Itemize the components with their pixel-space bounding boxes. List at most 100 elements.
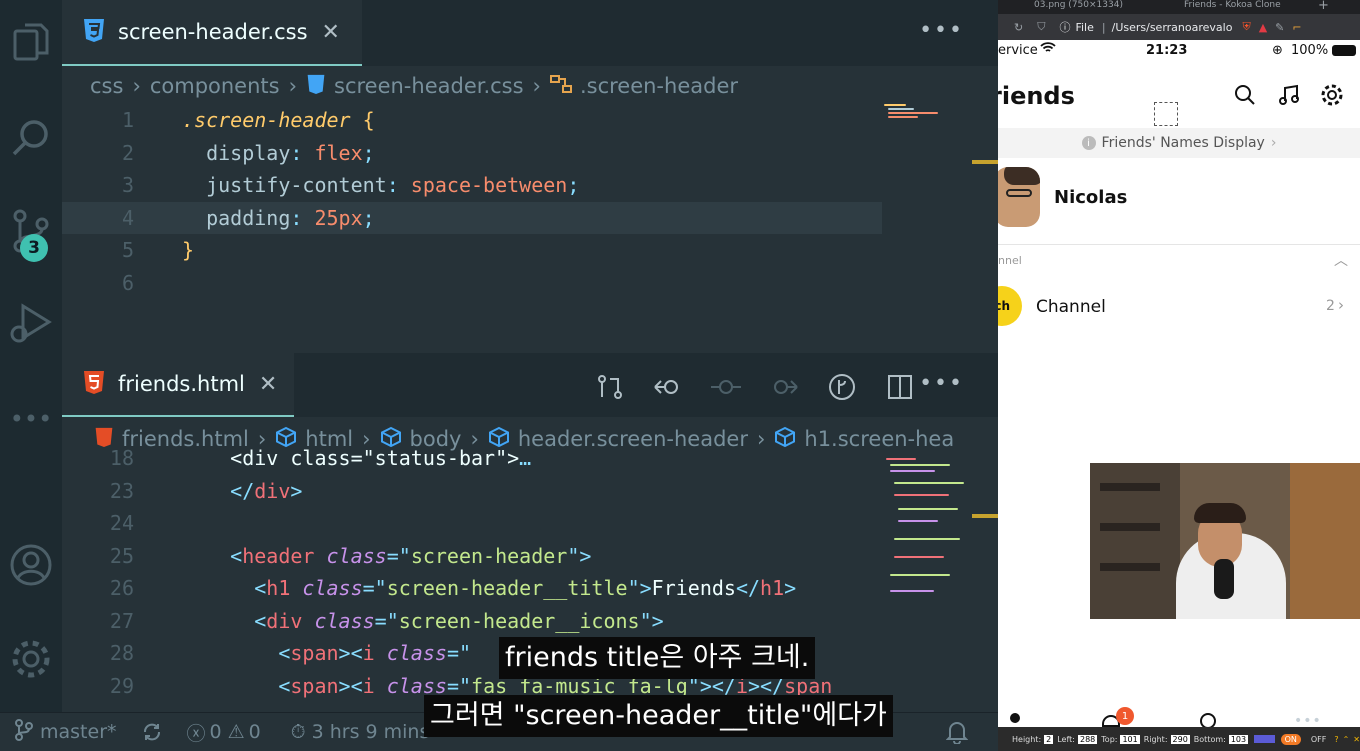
code-line[interactable]: 18 <div class="status-bar">… bbox=[62, 446, 882, 474]
brave-shield-icon[interactable]: ⛨ bbox=[1242, 20, 1250, 34]
reload-icon[interactable]: ↻ bbox=[1014, 21, 1023, 34]
code-line[interactable]: 3 justify-content: space-between; bbox=[62, 169, 882, 201]
profile-name: Nicolas bbox=[1054, 187, 1128, 208]
channel-label: Channel bbox=[1036, 297, 1106, 317]
time-label: 3 hrs 9 mins bbox=[311, 721, 430, 743]
commit-icon[interactable] bbox=[708, 369, 744, 405]
code-line[interactable]: 6 bbox=[62, 267, 882, 299]
css-tab-bar: screen-header.css ✕ ••• bbox=[62, 0, 998, 66]
info-icon: ⓘ bbox=[1059, 21, 1071, 34]
account-icon[interactable] bbox=[0, 540, 62, 590]
warning-count: 0 bbox=[248, 721, 261, 743]
more-actions-icon[interactable]: ••• bbox=[919, 18, 964, 43]
code-line[interactable]: 26 <h1 class="screen-header__title">Frie… bbox=[62, 572, 882, 604]
line-number: 29 bbox=[109, 673, 134, 698]
breadcrumb-item[interactable]: css bbox=[90, 74, 123, 98]
ruler-extension-icon[interactable]: ⌐ bbox=[1292, 21, 1301, 34]
search-icon[interactable] bbox=[0, 112, 62, 162]
new-tab-icon[interactable]: + bbox=[1318, 0, 1329, 13]
help-icon[interactable]: ? bbox=[1334, 735, 1338, 744]
channel-logo-icon: ch bbox=[998, 286, 1022, 326]
browser-tab[interactable]: 03.png (750×1334) bbox=[1034, 0, 1123, 10]
battery-icon bbox=[1332, 45, 1356, 56]
right-value[interactable]: 290 bbox=[1170, 734, 1190, 744]
rotation-lock-icon: ⊕ bbox=[1272, 43, 1283, 58]
code-line[interactable]: 27 <div class="screen-header__icons"> bbox=[62, 605, 882, 637]
tab-friends-html[interactable]: friends.html ✕ bbox=[62, 353, 294, 417]
code-line[interactable]: 25 <header class="screen-header"> bbox=[62, 540, 882, 572]
left-value[interactable]: 288 bbox=[1077, 734, 1098, 744]
music-icon[interactable] bbox=[1278, 84, 1300, 110]
line-number: 4 bbox=[121, 205, 134, 230]
right-label: Right: bbox=[1143, 734, 1168, 744]
rewards-icon[interactable]: ▲ bbox=[1259, 21, 1267, 34]
editor-toolbar bbox=[592, 369, 918, 405]
error-icon: ⓧ bbox=[186, 722, 206, 745]
extension-icon[interactable]: ✎ bbox=[1275, 21, 1284, 34]
line-text: justify-content: space-between; bbox=[182, 173, 580, 197]
activity-bar: 3 ••• bbox=[0, 0, 62, 712]
code-line[interactable]: 23 </div> bbox=[62, 475, 882, 507]
notifications-bell-icon[interactable] bbox=[946, 720, 968, 744]
previous-change-icon[interactable] bbox=[650, 369, 686, 405]
branch-label: master* bbox=[40, 721, 117, 743]
top-value[interactable]: 101 bbox=[1120, 734, 1140, 744]
browser-tab[interactable]: Friends - Kokoa Clone bbox=[1184, 0, 1281, 10]
problems-status[interactable]: ⓧ 0 ⚠ 0 bbox=[187, 719, 261, 746]
html-minimap[interactable] bbox=[884, 458, 974, 608]
settings-gear-icon[interactable] bbox=[1320, 83, 1344, 111]
close-icon[interactable]: ✕ bbox=[1353, 735, 1360, 744]
subtitle-line-1: friends title은 아주 크네. bbox=[499, 637, 816, 679]
collapse-icon[interactable]: ︿ bbox=[1334, 250, 1348, 270]
friends-tab-icon[interactable] bbox=[1010, 713, 1020, 723]
settings-gear-icon[interactable] bbox=[0, 634, 62, 684]
bottom-value[interactable]: 103 bbox=[1228, 734, 1249, 744]
left-label: Left: bbox=[1057, 734, 1075, 744]
breadcrumb-item[interactable]: .screen-header bbox=[580, 74, 738, 98]
code-line[interactable]: 5} bbox=[62, 234, 882, 266]
line-number: 24 bbox=[109, 511, 134, 535]
line-number: 18 bbox=[109, 446, 134, 470]
address-bar[interactable]: /Users/serranoarevalo bbox=[1112, 21, 1233, 34]
branch-status[interactable]: master* bbox=[14, 718, 117, 746]
color-swatch[interactable] bbox=[1254, 735, 1275, 743]
search-icon[interactable] bbox=[1234, 84, 1256, 110]
phone-tab-bar: 1 ••• bbox=[998, 707, 1360, 729]
bookmark-icon[interactable]: ⛉ bbox=[1037, 20, 1045, 34]
tab-label: friends.html bbox=[118, 372, 245, 396]
split-editor-icon[interactable] bbox=[882, 369, 918, 405]
height-value[interactable]: 2 bbox=[1044, 734, 1054, 744]
more-views-icon[interactable]: ••• bbox=[0, 394, 62, 444]
css-code-area[interactable]: 1 .screen-header {2 display: flex; 3 justi… bbox=[62, 104, 892, 354]
css-breadcrumb: css › components › screen-header.css › .scr… bbox=[90, 74, 738, 98]
branch-icon bbox=[14, 718, 34, 746]
sync-icon[interactable] bbox=[141, 721, 163, 743]
next-change-icon[interactable] bbox=[766, 369, 802, 405]
time-tracker[interactable]: ⏱ 3 hrs 9 mins bbox=[291, 721, 430, 743]
channel-row[interactable]: ch Channel 2 › bbox=[998, 286, 1360, 330]
line-number: 5 bbox=[121, 238, 134, 262]
names-display-banner[interactable]: i Friends' Names Display › bbox=[998, 128, 1360, 158]
more-actions-icon[interactable]: ••• bbox=[919, 371, 964, 396]
toggle-off[interactable]: OFF bbox=[1307, 734, 1331, 745]
css-minimap[interactable] bbox=[884, 104, 974, 124]
git-graph-icon[interactable] bbox=[824, 369, 860, 405]
open-changes-icon[interactable] bbox=[592, 369, 628, 405]
up-icon[interactable]: ⌃ bbox=[1343, 735, 1350, 744]
code-line[interactable]: 4 padding: 25px; bbox=[62, 201, 882, 234]
line-number: 1 bbox=[121, 108, 134, 132]
code-line[interactable]: 2 display: flex; bbox=[62, 137, 882, 169]
my-profile-row[interactable]: Nicolas bbox=[998, 165, 1360, 245]
tab-close-icon[interactable]: ✕ bbox=[259, 372, 277, 397]
toggle-on[interactable]: ON bbox=[1280, 733, 1301, 745]
explorer-icon[interactable] bbox=[0, 18, 62, 68]
run-debug-icon[interactable] bbox=[0, 298, 62, 348]
code-line[interactable]: 1 .screen-header { bbox=[62, 104, 882, 136]
breadcrumb-item[interactable]: screen-header.css bbox=[334, 74, 524, 98]
battery-percent: 100% bbox=[1291, 43, 1329, 58]
tab-screen-header-css[interactable]: screen-header.css ✕ bbox=[62, 0, 362, 66]
breadcrumb-item[interactable]: components bbox=[150, 74, 280, 98]
tab-close-icon[interactable]: ✕ bbox=[322, 20, 340, 45]
code-line[interactable]: 24 bbox=[62, 507, 882, 539]
ruler-selection-box bbox=[1154, 102, 1178, 126]
